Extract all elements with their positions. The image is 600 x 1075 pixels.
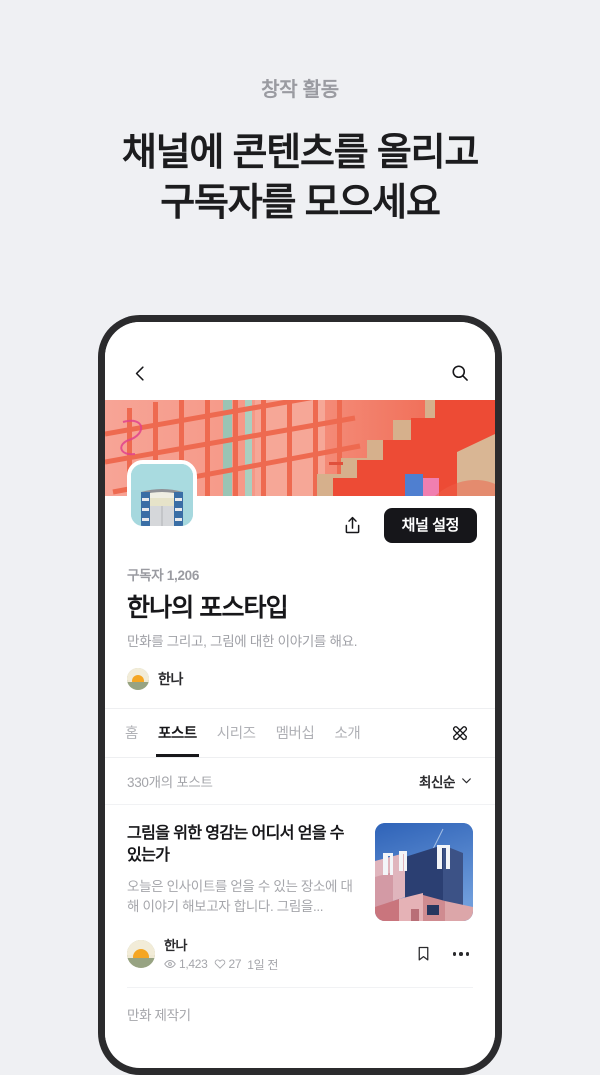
hero-title-line-2: 구독자를 모으세요: [160, 182, 441, 225]
channel-header: 채널 설정: [105, 460, 495, 558]
sunset-avatar-artwork: [127, 667, 149, 690]
hero-section: 창작 활동 채널에 콘텐츠를 올리고 구독자를 모으세요: [0, 0, 600, 228]
sort-dropdown[interactable]: 최신순: [419, 771, 473, 791]
post-actions: [411, 942, 473, 966]
post-author-name: 한나: [164, 937, 188, 953]
tab-posts[interactable]: 포스트: [155, 709, 199, 757]
post-views: 1,423: [164, 957, 208, 971]
tab-series[interactable]: 시리즈: [217, 709, 256, 757]
channel-avatar[interactable]: [127, 460, 197, 530]
post-excerpt: 오늘은 인사이트를 얻을 수 있는 장소에 대해 이야기 해보고자 합니다. 그…: [127, 878, 353, 914]
post-thumbnail: [375, 822, 473, 921]
share-icon[interactable]: [336, 509, 370, 543]
page-title: 채널에 콘텐츠를 올리고 구독자를 모으세요: [0, 128, 600, 228]
heart-icon: [214, 958, 226, 970]
post-meta-row: 한나 1,423 27 1일 전: [127, 921, 473, 988]
post-list-item[interactable]: 그림을 위한 영감는 어디서 얻을 수 있는가 오늘은 인사이트를 얻을 수 있…: [105, 804, 495, 988]
post-list-header: 330개의 포스트 최신순: [105, 757, 495, 805]
channel-header-actions: 채널 설정: [336, 508, 477, 543]
hero-title-line-1: 채널에 콘텐츠를 올리고: [121, 132, 480, 174]
chevron-down-icon: [460, 774, 473, 787]
tab-list: 홈 포스트 시리즈 멤버십 소개: [125, 709, 445, 757]
subscriber-count: 구독자 1,206: [127, 568, 200, 583]
channel-info: 구독자 1,206 한나의 포스타입 만화를 그리고, 그림에 대한 이야기를 …: [105, 558, 495, 708]
channel-avatar-artwork: [131, 464, 193, 526]
post-thumbnail-artwork: [375, 822, 473, 921]
post-likes: 27: [214, 957, 242, 971]
channel-name: 한나의 포스타입: [127, 594, 289, 622]
channel-settings-button[interactable]: 채널 설정: [383, 508, 477, 543]
chevron-left-icon[interactable]: [125, 358, 155, 388]
more-dots: [452, 952, 470, 956]
eye-icon: [164, 958, 176, 970]
post-stats: 1,423 27 1일 전: [164, 956, 278, 973]
post-meta-lines: 한나 1,423 27 1일 전: [164, 935, 278, 973]
hero-eyebrow: 창작 활동: [261, 79, 339, 101]
post-author[interactable]: 한나 1,423 27 1일 전: [127, 935, 411, 973]
phone-screen: 채널 설정 구독자 1,206 한나의 포스타입 만화를 그리고, 그림에 대한…: [105, 322, 495, 1068]
search-icon[interactable]: [445, 358, 475, 388]
post-time: 1일 전: [247, 957, 279, 972]
tab-home[interactable]: 홈: [125, 709, 138, 757]
post-views-count: 1,423: [179, 957, 208, 972]
channel-owner-row[interactable]: 한나: [127, 667, 473, 708]
more-horizontal-icon[interactable]: [449, 942, 473, 966]
post-count-label: 330개의 포스트: [127, 774, 213, 790]
tab-membership[interactable]: 멤버십: [276, 709, 315, 757]
bookmark-icon[interactable]: [411, 942, 435, 966]
next-post-item[interactable]: 만화 제작기: [105, 987, 495, 1040]
owner-avatar: [127, 667, 149, 690]
write-pen-icon[interactable]: [445, 718, 475, 748]
post-title: 그림을 위한 영감는 어디서 얻을 수 있는가: [127, 824, 345, 865]
channel-description: 만화를 그리고, 그림에 대한 이야기를 해요.: [127, 634, 358, 649]
owner-name: 한나: [158, 670, 183, 687]
channel-tabbar: 홈 포스트 시리즈 멤버십 소개: [105, 707, 495, 758]
phone-mockup: 채널 설정 구독자 1,206 한나의 포스타입 만화를 그리고, 그림에 대한…: [98, 315, 502, 1075]
post-text: 그림을 위한 영감는 어디서 얻을 수 있는가 오늘은 인사이트를 얻을 수 있…: [127, 823, 359, 917]
post-likes-count: 27: [228, 957, 242, 972]
sunset-avatar-artwork: [127, 939, 155, 968]
app-navbar: [105, 322, 495, 400]
phone-frame: 채널 설정 구독자 1,206 한나의 포스타입 만화를 그리고, 그림에 대한…: [98, 315, 502, 1075]
sort-label: 최신순: [418, 774, 455, 790]
post-main: 그림을 위한 영감는 어디서 얻을 수 있는가 오늘은 인사이트를 얻을 수 있…: [127, 822, 473, 921]
tab-about[interactable]: 소개: [334, 709, 360, 757]
post-author-avatar: [127, 939, 155, 968]
